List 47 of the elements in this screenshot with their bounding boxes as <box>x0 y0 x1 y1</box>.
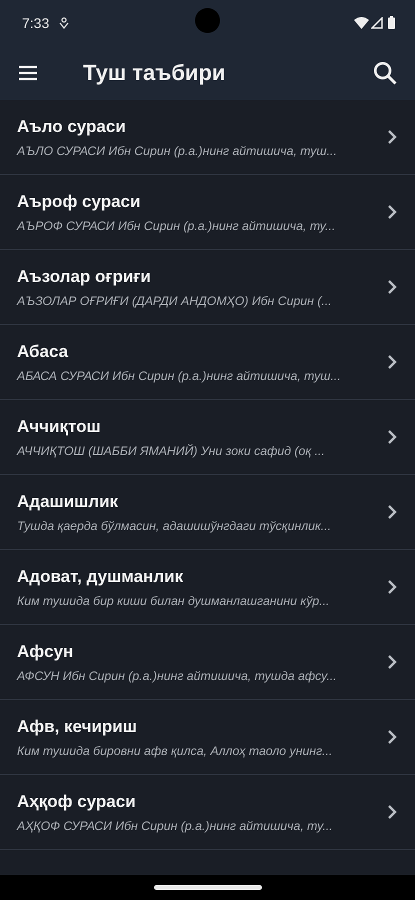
list-item[interactable]: Адашишлик Тушда қаерда бўлмасин, адашишўнгдаги тўсқинлик... <box>0 475 415 550</box>
chevron-right-icon <box>387 804 397 820</box>
item-subtitle: АБАСА СУРАСИ Ибн Сирин (р.а.)нинг айтишича, туш... <box>17 368 342 382</box>
camera-cutout <box>195 8 220 33</box>
chevron-right-icon <box>387 129 397 145</box>
item-title: Аъло сураси <box>17 116 127 136</box>
item-subtitle: АҲҚОФ СУРАСИ Ибн Сирин (р.а.)нинг айтишича, ту... <box>17 818 334 832</box>
item-title: Адоват, душманлик <box>17 566 184 586</box>
item-subtitle: АЪРОФ СУРАСИ Ибн Сирин (р.а.)нинг айтишича, ту... <box>17 218 336 232</box>
chevron-right-icon <box>387 579 397 595</box>
status-time: 7:33 <box>22 14 50 30</box>
chevron-right-icon <box>387 429 397 445</box>
list-item[interactable]: Аъзолар оғриғи АЪЗОЛАР ОҒРИҒИ (ДАРДИ АНДОМҲО) Ибн Сирин (... <box>0 250 415 325</box>
item-title: Аҳқоф сураси <box>17 792 137 812</box>
chevron-right-icon <box>387 654 397 670</box>
list-item[interactable]: Аҳқоф сураси АҲҚОФ СУРАСИ Ибн Сирин (р.а.)нинг айтишича, ту... <box>0 775 415 850</box>
list-item[interactable]: Абаса АБАСА СУРАСИ Ибн Сирин (р.а.)нинг айтишича, туш... <box>0 325 415 400</box>
chevron-right-icon <box>387 279 397 295</box>
item-subtitle: АЧЧИҚТОШ (ШАББИ ЯМАНИЙ) Уни зоки сафид (оқ ... <box>17 444 326 458</box>
item-subtitle: АФСУН Ибн Сирин (р.а.)нинг айтишича, тушда афсу... <box>17 668 338 682</box>
item-title: Адашишлик <box>17 492 120 512</box>
app-title: Туш таъбири <box>83 60 226 86</box>
list-item[interactable]: Афсун АФСУН Ибн Сирин (р.а.)нинг айтишича, тушда афсу... <box>0 625 415 700</box>
chevron-right-icon <box>387 729 397 745</box>
wifi-icon <box>354 16 369 28</box>
item-subtitle: Тушда қаерда бўлмасин, адашишўнгдаги тўсқинлик... <box>17 518 332 532</box>
list-item[interactable]: Аччиқтош АЧЧИҚТОШ (ШАББИ ЯМАНИЙ) Уни зоки сафид (оқ ... <box>0 400 415 475</box>
list-item[interactable]: Афв, кечириш Ким тушида бировни афв қилса, Аллоҳ таоло унинг... <box>0 700 415 775</box>
notification-icon <box>59 16 70 28</box>
item-subtitle: АЪЛО СУРАСИ Ибн Сирин (р.а.)нинг айтишича, туш... <box>17 144 338 158</box>
list-item[interactable]: Аъроф сураси АЪРОФ СУРАСИ Ибн Сирин (р.а.)нинг айтишича, ту... <box>0 175 415 250</box>
chevron-right-icon <box>387 354 397 370</box>
item-title: Аъзолар оғриғи <box>17 266 152 286</box>
item-subtitle: Ким тушида бировни афв қилса, Аллоҳ таоло унинг... <box>17 744 334 758</box>
item-title: Афсун <box>17 642 74 662</box>
battery-icon <box>388 16 395 29</box>
chevron-right-icon <box>387 504 397 520</box>
item-title: Афв, кечириш <box>17 716 138 736</box>
item-title: Аъроф сураси <box>17 192 142 212</box>
item-subtitle: АЪЗОЛАР ОҒРИҒИ (ДАРДИ АНДОМҲО) Ибн Сирин (... <box>17 294 333 308</box>
item-subtitle: Ким тушида бир киши билан душманлашганини кўр... <box>17 594 330 608</box>
list-item[interactable]: Адоват, душманлик Ким тушида бир киши билан душманлашганини кўр... <box>0 550 415 625</box>
signal-icon <box>371 16 383 28</box>
item-title: Абаса <box>17 342 70 362</box>
chevron-right-icon <box>387 204 397 220</box>
item-title: Аччиқтош <box>17 416 102 436</box>
list-item[interactable]: Аъло сураси АЪЛО СУРАСИ Ибн Сирин (р.а.)нинг айтишича, туш... <box>0 100 415 175</box>
